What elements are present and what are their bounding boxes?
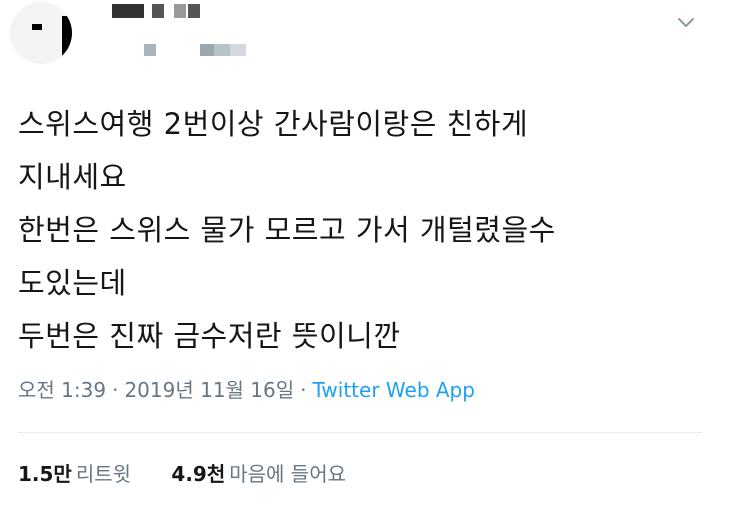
tweet-header: [0, 0, 747, 80]
avatar-redaction-bar: [62, 16, 72, 62]
tweet-source-link[interactable]: Twitter Web App: [313, 378, 475, 402]
retweets-stat[interactable]: 1.5만 리트윗: [18, 458, 131, 487]
meta-separator: ·: [300, 378, 307, 402]
avatar-redaction-mark: [32, 24, 42, 30]
tweet-text-line: 지내세요: [18, 160, 127, 194]
tweet-text: 스위스여행 2번이상 간사람이랑은 친하게 지내세요 한번은 스위스 물가 모르…: [18, 98, 738, 363]
tweet-stats: 1.5만 리트윗 4.9천 마음에 들어요: [18, 458, 380, 487]
tweet-meta: 오전 1:39 · 2019년 11월 16일 · Twitter Web App: [18, 374, 475, 403]
username-redacted[interactable]: [144, 44, 264, 56]
likes-count: 4.9천: [171, 462, 226, 486]
tweet-date[interactable]: 2019년 11월 16일: [124, 378, 294, 402]
tweet-text-line: 도있는데: [18, 266, 127, 300]
likes-label: 마음에 들어요: [229, 462, 347, 486]
tweet-text-line: 한번은 스위스 물가 모르고 가서 개털렸을수: [18, 213, 556, 247]
avatar[interactable]: [10, 2, 72, 64]
tweet-time[interactable]: 오전 1:39: [18, 378, 106, 402]
chevron-down-icon[interactable]: [676, 12, 696, 32]
meta-separator: ·: [112, 378, 119, 402]
likes-stat[interactable]: 4.9천 마음에 들어요: [171, 458, 346, 487]
divider: [18, 432, 702, 433]
retweets-label: 리트윗: [75, 462, 132, 486]
tweet-text-line: 스위스여행 2번이상 간사람이랑은 친하게: [18, 107, 529, 141]
display-name-redacted[interactable]: [112, 4, 232, 18]
retweets-count: 1.5만: [18, 462, 72, 486]
tweet-text-line: 두번은 진짜 금수저란 뜻이니깐: [18, 319, 401, 353]
